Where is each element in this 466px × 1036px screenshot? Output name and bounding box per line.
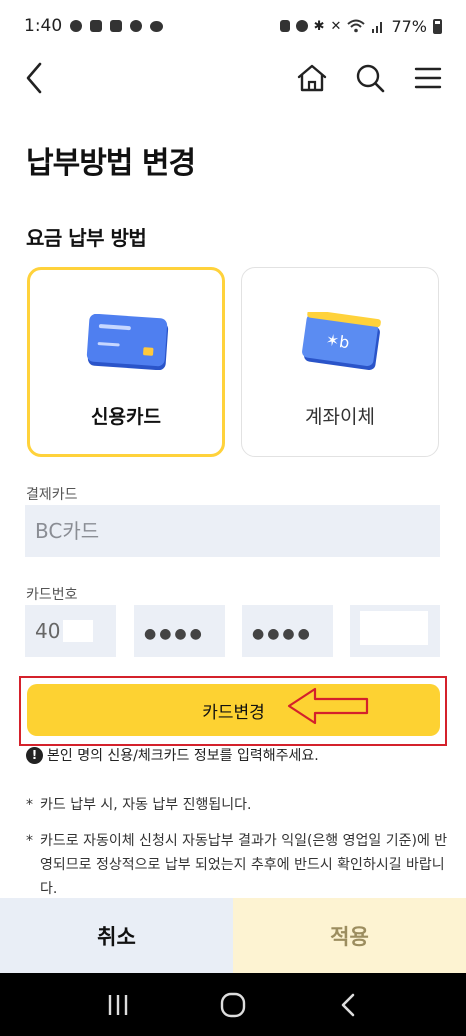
battery-icon xyxy=(433,18,442,34)
home-nav-button[interactable] xyxy=(213,985,253,1025)
lock-icon xyxy=(279,20,290,32)
status-time: 1:40 xyxy=(24,16,63,36)
change-card-button-label: 카드변경 xyxy=(202,702,265,723)
method-label-credit-card: 신용카드 xyxy=(91,406,161,428)
home-button[interactable] xyxy=(292,58,332,98)
card-number-part1[interactable]: 40 xyxy=(25,605,116,657)
home-icon xyxy=(297,64,327,92)
recent-apps-icon xyxy=(108,994,127,1015)
card-company-label: 결제카드 xyxy=(26,487,78,503)
notice: ! 본인 명의 신용/체크카드 정보를 입력해주세요. xyxy=(26,745,319,765)
method-label-account-transfer: 계좌이체 xyxy=(305,406,375,428)
mute-icon: ✕ xyxy=(330,18,342,34)
search-icon xyxy=(356,64,385,93)
cancel-button-label: 취소 xyxy=(97,924,136,949)
battery-percent: 77% xyxy=(391,16,427,36)
bullet-text: 카드 납부 시, 자동 납부 진행됩니다. xyxy=(40,797,252,813)
exclamation-icon: ! xyxy=(26,746,43,764)
card-company-field[interactable]: BC카드 xyxy=(25,505,440,557)
masked-digits xyxy=(360,611,428,645)
info-bullet: * 카드 납부 시, 자동 납부 진행됩니다. xyxy=(26,793,458,817)
bullet-text: 카드로 자동이체 신청시 자동납부 결과가 익일(은행 영업일 기준)에 반영되… xyxy=(40,833,448,897)
method-account-transfer[interactable]: ✶b 계좌이체 xyxy=(241,267,439,457)
back-nav-icon xyxy=(342,993,355,1016)
back-button[interactable] xyxy=(14,58,54,98)
card-number-part2[interactable]: ●●●● xyxy=(134,605,225,657)
search-button[interactable] xyxy=(350,58,390,98)
masked-digits xyxy=(63,620,93,642)
card-number-label: 카드번호 xyxy=(26,587,78,603)
apply-button[interactable]: 적용 xyxy=(233,898,466,973)
home-circle-icon xyxy=(220,992,246,1017)
info-bullet: * 카드로 자동이체 신청시 자동납부 결과가 익일(은행 영업일 기준)에 반… xyxy=(26,829,458,901)
section-title: 요금 납부 방법 xyxy=(26,226,147,250)
card-number-part4[interactable] xyxy=(350,605,440,657)
bottom-action-bar: 취소 적용 xyxy=(0,898,466,973)
bullet-marker: * xyxy=(26,797,33,813)
gallery-notification-icon xyxy=(110,20,123,32)
annotation-arrow-icon xyxy=(287,687,369,725)
card-number-part3[interactable]: ●●●● xyxy=(242,605,333,657)
bankbook-icon: ✶b xyxy=(302,312,381,371)
alarm-icon xyxy=(295,20,308,32)
status-bar: 1:40 ✱ ✕ 77% xyxy=(0,0,466,52)
bluetooth-icon: ✱ xyxy=(313,18,325,34)
svg-text:✶b: ✶b xyxy=(325,330,351,352)
page-title: 납부방법 변경 xyxy=(26,146,196,181)
system-nav-bar xyxy=(0,973,466,1036)
card-number-part3-text: ●●●● xyxy=(252,626,313,642)
notice-text: 본인 명의 신용/체크카드 정보를 입력해주세요. xyxy=(47,748,319,764)
method-credit-card[interactable]: 신용카드 xyxy=(27,267,225,457)
checkbox-notification-icon xyxy=(90,20,103,32)
card-number-part1-text: 40 xyxy=(35,619,61,643)
app-bar xyxy=(0,52,466,104)
app-notification-icon xyxy=(130,20,143,32)
back-nav-button[interactable] xyxy=(328,985,368,1025)
recent-apps-button[interactable] xyxy=(98,985,138,1025)
change-card-button[interactable]: 카드변경 xyxy=(27,684,440,736)
chat-notification-icon xyxy=(150,20,164,32)
notification-icon xyxy=(70,20,83,32)
chevron-left-icon xyxy=(26,62,42,94)
signal-icon xyxy=(372,22,383,33)
apply-button-label: 적용 xyxy=(330,924,369,949)
menu-button[interactable] xyxy=(408,58,448,98)
credit-card-icon xyxy=(86,314,169,370)
card-number-part2-text: ●●●● xyxy=(144,626,205,642)
hamburger-menu-icon xyxy=(414,67,442,89)
cancel-button[interactable]: 취소 xyxy=(0,898,233,973)
bullet-marker: * xyxy=(26,833,33,849)
wifi-icon xyxy=(347,19,366,33)
